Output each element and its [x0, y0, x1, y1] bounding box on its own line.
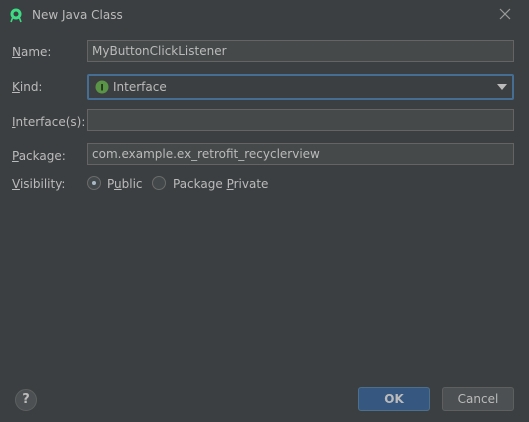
- interface-icon: I: [95, 80, 109, 94]
- kind-label: Kind:: [12, 80, 43, 94]
- chevron-down-icon: [497, 84, 507, 90]
- interface-icon-letter: I: [100, 84, 103, 94]
- kind-value: Interface: [113, 80, 167, 94]
- ok-button[interactable]: OK: [358, 387, 430, 411]
- public-radio[interactable]: [87, 176, 101, 190]
- visibility-label: Visibility:: [12, 177, 66, 191]
- name-field[interactable]: [87, 40, 514, 62]
- cancel-button[interactable]: Cancel: [442, 387, 514, 411]
- android-studio-icon: [10, 8, 22, 23]
- name-label: Name:: [12, 45, 52, 59]
- package-label: Package:: [12, 149, 66, 163]
- close-icon[interactable]: [497, 6, 513, 22]
- package-field[interactable]: [87, 143, 514, 165]
- window-title: New Java Class: [32, 8, 123, 22]
- interfaces-field[interactable]: [87, 109, 514, 131]
- interfaces-label: Interface(s):: [12, 115, 86, 129]
- public-radio-label[interactable]: Public: [107, 177, 143, 191]
- help-button[interactable]: ?: [15, 389, 37, 411]
- help-icon: ?: [22, 392, 30, 407]
- kind-dropdown[interactable]: I Interface: [87, 74, 514, 100]
- package-private-radio[interactable]: [152, 176, 166, 190]
- package-private-radio-label[interactable]: Package Private: [173, 177, 268, 191]
- title-bar: New Java Class: [0, 0, 529, 32]
